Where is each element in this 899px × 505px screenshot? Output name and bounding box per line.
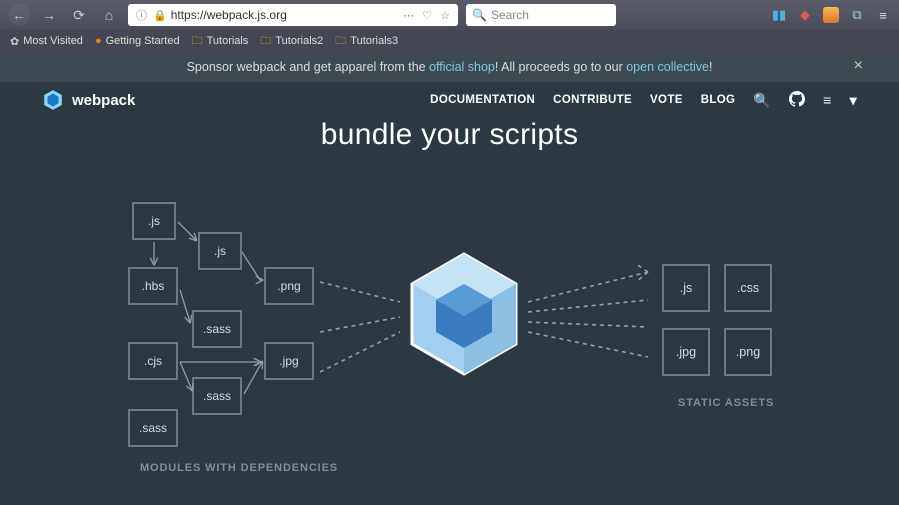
nav-documentation[interactable]: DOCUMENTATION xyxy=(430,94,535,106)
promo-banner: Sponsor webpack and get apparel from the… xyxy=(0,52,899,82)
reader-icon[interactable]: ⋯ xyxy=(401,9,416,22)
modules-caption: MODULES WITH DEPENDENCIES xyxy=(140,462,338,474)
search-placeholder: Search xyxy=(491,8,529,22)
banner-text: Sponsor webpack and get apparel from the xyxy=(187,60,430,74)
output-js: .js xyxy=(662,264,710,312)
bookmark-tutorials2[interactable]: 🗀 Tutorials2 xyxy=(260,32,323,51)
main-nav: DOCUMENTATION CONTRIBUTE VOTE BLOG 🔍 ≡ ▾ xyxy=(430,91,857,110)
banner-text: ! xyxy=(709,60,712,74)
search-bar[interactable]: 🔍 Search xyxy=(466,4,616,26)
folder-icon: 🗀 xyxy=(335,32,346,51)
logo[interactable]: webpack xyxy=(42,89,135,111)
back-button[interactable]: ← xyxy=(8,4,30,26)
profile-icon[interactable] xyxy=(823,7,839,23)
assets-caption: STATIC ASSETS xyxy=(678,397,774,409)
url-bar[interactable]: ⓘ 🔒 https://webpack.js.org ⋯ ♡ ☆ xyxy=(128,4,458,26)
firefox-icon: ● xyxy=(95,35,102,47)
output-jpg: .jpg xyxy=(662,328,710,376)
bookmark-label: Most Visited xyxy=(23,35,83,47)
module-png: .png xyxy=(264,267,314,305)
bookmark-tutorials[interactable]: 🗀 Tutorials xyxy=(192,32,249,51)
github-icon[interactable] xyxy=(789,91,805,110)
module-jpg: .jpg xyxy=(264,342,314,380)
bookmark-star-icon[interactable]: ☆ xyxy=(438,9,452,22)
brand-name: webpack xyxy=(72,92,135,109)
info-icon[interactable]: ⓘ xyxy=(134,7,149,23)
bookmark-getting-started[interactable]: ● Getting Started xyxy=(95,35,180,47)
nav-vote[interactable]: VOTE xyxy=(650,94,683,106)
browser-toolbar: ← → ⟳ ⌂ ⓘ 🔒 https://webpack.js.org ⋯ ♡ ☆… xyxy=(0,0,899,30)
forward-button[interactable]: → xyxy=(38,4,60,26)
stackoverflow-icon[interactable]: ≡ xyxy=(823,92,832,108)
diagram: .js .js .hbs .png .sass .cjs .jpg .sass … xyxy=(0,172,899,472)
output-css: .css xyxy=(724,264,772,312)
banner-text: ! All proceeds go to our xyxy=(495,60,626,74)
module-sass: .sass xyxy=(192,377,242,415)
module-sass: .sass xyxy=(128,409,178,447)
search-icon: 🔍 xyxy=(472,8,487,22)
bookmark-label: Tutorials xyxy=(207,35,249,47)
module-js: .js xyxy=(132,202,176,240)
nav-blog[interactable]: BLOG xyxy=(701,94,736,106)
gear-icon: ✿ xyxy=(10,35,19,48)
downloads-icon[interactable]: ▮▮ xyxy=(771,7,787,23)
menu-icon[interactable]: ≡ xyxy=(875,7,891,23)
module-sass: .sass xyxy=(192,310,242,348)
lock-icon: 🔒 xyxy=(153,9,167,22)
bookmark-most-visited[interactable]: ✿ Most Visited xyxy=(10,35,83,48)
close-icon[interactable]: × xyxy=(854,57,863,75)
site-header: webpack DOCUMENTATION CONTRIBUTE VOTE BL… xyxy=(0,82,899,118)
reload-button[interactable]: ⟳ xyxy=(68,4,90,26)
bookmark-label: Tutorials2 xyxy=(275,35,323,47)
output-png: .png xyxy=(724,328,772,376)
webpack-logo-icon xyxy=(42,89,64,111)
module-cjs: .cjs xyxy=(128,342,178,380)
module-js: .js xyxy=(198,232,242,270)
pocket-icon[interactable]: ♡ xyxy=(420,9,434,22)
sidebar-icon[interactable]: ⧉ xyxy=(849,7,865,23)
bookmark-label: Getting Started xyxy=(106,35,180,47)
home-button[interactable]: ⌂ xyxy=(98,4,120,26)
url-text: https://webpack.js.org xyxy=(171,8,287,22)
language-icon[interactable]: ▾ xyxy=(850,92,857,109)
extension-icon[interactable]: ◆ xyxy=(797,7,813,23)
bookmark-tutorials3[interactable]: 🗀 Tutorials3 xyxy=(335,32,398,51)
search-icon[interactable]: 🔍 xyxy=(753,92,771,109)
webpack-cube-icon xyxy=(404,248,524,378)
bookmark-label: Tutorials3 xyxy=(350,35,398,47)
module-hbs: .hbs xyxy=(128,267,178,305)
folder-icon: 🗀 xyxy=(260,32,271,51)
banner-link-shop[interactable]: official shop xyxy=(429,60,495,74)
bookmark-bar: ✿ Most Visited ● Getting Started 🗀 Tutorial… xyxy=(0,30,899,52)
hero-heading: bundle your scripts xyxy=(0,118,899,152)
folder-icon: 🗀 xyxy=(192,32,203,51)
nav-contribute[interactable]: CONTRIBUTE xyxy=(553,94,632,106)
banner-link-collective[interactable]: open collective xyxy=(626,60,709,74)
